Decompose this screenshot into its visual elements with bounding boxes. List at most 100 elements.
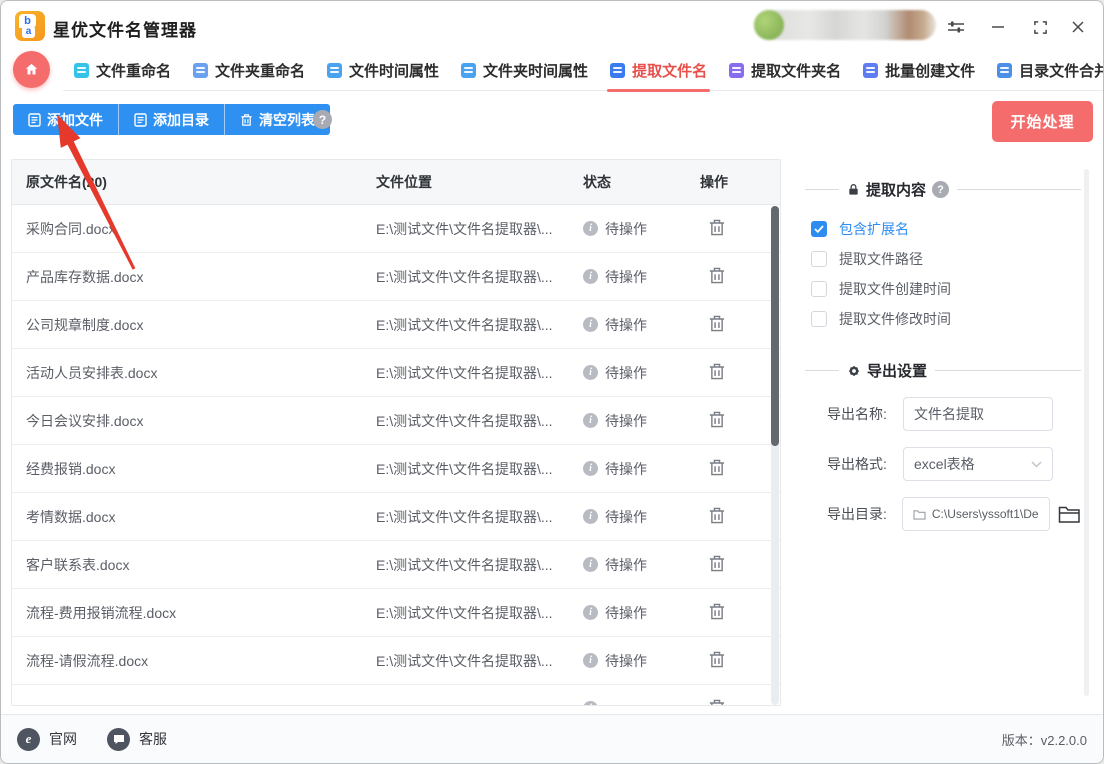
status-text: 待操作 [605,555,647,575]
table-scrollbar-thumb[interactable] [771,206,779,446]
cell-filename: 产品库存数据.docx [26,267,376,287]
browse-folder-icon[interactable] [1058,505,1081,524]
extract-options: 包含扩展名 提取文件路径 提取文件创建时间 提取文件修改时间 [805,214,1081,334]
toolbar-button-group: 添加文件 添加目录 清空列表 [13,104,330,135]
cell-filename: 流程-请假流程.docx [26,651,376,671]
start-process-button[interactable]: 开始处理 [992,101,1093,142]
tab-item[interactable]: 目录文件合并/提取 [986,51,1104,91]
status-text: 待操作 [605,507,647,527]
cell-status: i 待操作 [583,651,700,671]
cell-filename: 采购合同.docx [26,219,376,239]
app-logo-icon: b a [15,11,45,41]
extract-option[interactable]: 提取文件创建时间 [805,274,1081,304]
minimize-button[interactable] [985,15,1011,39]
status-text: 待操作 [605,315,647,335]
user-account-redacted[interactable] [754,10,936,40]
table-row: 采购合同.docx E:\测试文件\文件名提取器\... i 待操作 [12,205,780,253]
export-name-row: 导出名称: 文件名提取 [827,397,1081,431]
tab-icon [327,63,342,78]
col-header-name: 原文件名(20) [26,172,376,192]
cell-status: i 待操作 [583,363,700,383]
export-format-select[interactable]: excel表格 [903,447,1053,481]
delete-row-icon[interactable] [708,698,728,706]
info-icon: i [583,701,598,705]
status-text: 待操作 [605,459,647,479]
checkbox[interactable] [811,251,827,267]
cell-filename: 活动人员安排表.docx [26,363,376,383]
add-file-button[interactable]: 添加文件 [13,104,119,135]
tab-icon [193,63,208,78]
checkbox[interactable] [811,221,827,237]
maximize-button[interactable] [1027,15,1053,39]
tab-item[interactable]: 文件时间属性 [316,51,450,91]
delete-row-icon[interactable] [708,602,728,622]
table-header: 原文件名(20) 文件位置 状态 操作 [12,160,780,205]
delete-row-icon[interactable] [708,362,728,382]
file-table: 原文件名(20) 文件位置 状态 操作 采购合同.docx E:\测试文件\文件… [11,159,781,706]
table-row: 客户联系表.docx E:\测试文件\文件名提取器\... i 待操作 [12,541,780,589]
delete-row-icon[interactable] [708,650,728,670]
title-bar: b a 星优文件名管理器 [1,1,1103,51]
delete-row-icon[interactable] [708,314,728,334]
toolbar-help-icon[interactable]: ? [313,110,332,129]
extract-section-header: 提取内容 ? [805,179,1081,200]
add-directory-button[interactable]: 添加目录 [119,104,225,135]
home-button[interactable] [13,51,50,88]
settings-tune-icon[interactable] [943,15,969,39]
delete-row-icon[interactable] [708,218,728,238]
info-icon: i [583,557,598,572]
close-button[interactable] [1065,15,1091,39]
status-text: 待操作 [605,219,647,239]
extract-option[interactable]: 提取文件路径 [805,244,1081,274]
table-body: 采购合同.docx E:\测试文件\文件名提取器\... i 待操作 产品库存数… [12,205,780,705]
checkbox[interactable] [811,281,827,297]
cell-status: i 待操作 [583,411,700,431]
export-dir-input[interactable]: C:\Users\yssoft1\De [902,497,1050,531]
checkbox[interactable] [811,311,827,327]
tab-list: 文件重命名 文件夹重命名 文件时间属性 文件夹时间属性 提取文件名 提取文件夹名 [63,51,1103,91]
cell-filepath: E:\测试文件\文件名提取器\... [376,219,583,239]
footer-bar: e 官网 客服 版本：v2.2.0.0 [1,714,1103,763]
tab-item[interactable]: 提取文件夹名 [718,51,852,91]
chat-icon [107,728,130,751]
status-text: 待操作 [605,603,647,623]
app-window: b a 星优文件名管理器 文件重命名 [0,0,1104,764]
extract-help-icon[interactable]: ? [932,181,949,198]
tab-bar: 文件重命名 文件夹重命名 文件时间属性 文件夹时间属性 提取文件名 提取文件夹名 [1,51,1103,91]
table-scrollbar-track[interactable] [771,206,779,705]
delete-row-icon[interactable] [708,410,728,430]
table-row: 活动人员安排表.docx E:\测试文件\文件名提取器\... i 待操作 [12,349,780,397]
cell-action [700,602,780,624]
option-label: 包含扩展名 [839,219,909,239]
cell-filename: 今日会议安排.docx [26,411,376,431]
tab-item[interactable]: 提取文件名 [599,51,718,91]
table-row: 流程-请假流程.docx E:\测试文件\文件名提取器\... i 待操作 [12,637,780,685]
info-icon: i [583,413,598,428]
tab-item[interactable]: 文件重命名 [63,51,182,91]
status-text: 待操作 [605,363,647,383]
panel-scrollbar-track[interactable] [1084,169,1089,696]
website-link[interactable]: e 官网 [17,728,77,751]
export-name-label: 导出名称: [827,404,903,424]
tab-icon [729,63,744,78]
support-link[interactable]: 客服 [107,728,167,751]
app-title: 星优文件名管理器 [53,16,197,41]
cell-status: i 待操作 [583,267,700,287]
extract-option[interactable]: 包含扩展名 [805,214,1081,244]
export-format-label: 导出格式: [827,454,903,474]
delete-row-icon[interactable] [708,506,728,526]
tab-item[interactable]: 文件夹重命名 [182,51,316,91]
delete-row-icon[interactable] [708,554,728,574]
cell-filepath: E:\测试文件\文件名提取器\... [376,459,583,479]
extract-option[interactable]: 提取文件修改时间 [805,304,1081,334]
info-icon: i [583,509,598,524]
tab-item[interactable]: 文件夹时间属性 [450,51,599,91]
delete-row-icon[interactable] [708,266,728,286]
table-row: i [12,685,780,705]
cell-status: i 待操作 [583,459,700,479]
tab-item[interactable]: 批量创建文件 [852,51,986,91]
export-name-input[interactable]: 文件名提取 [903,397,1053,431]
trash-icon [240,113,253,127]
delete-row-icon[interactable] [708,458,728,478]
tab-icon [863,63,878,78]
